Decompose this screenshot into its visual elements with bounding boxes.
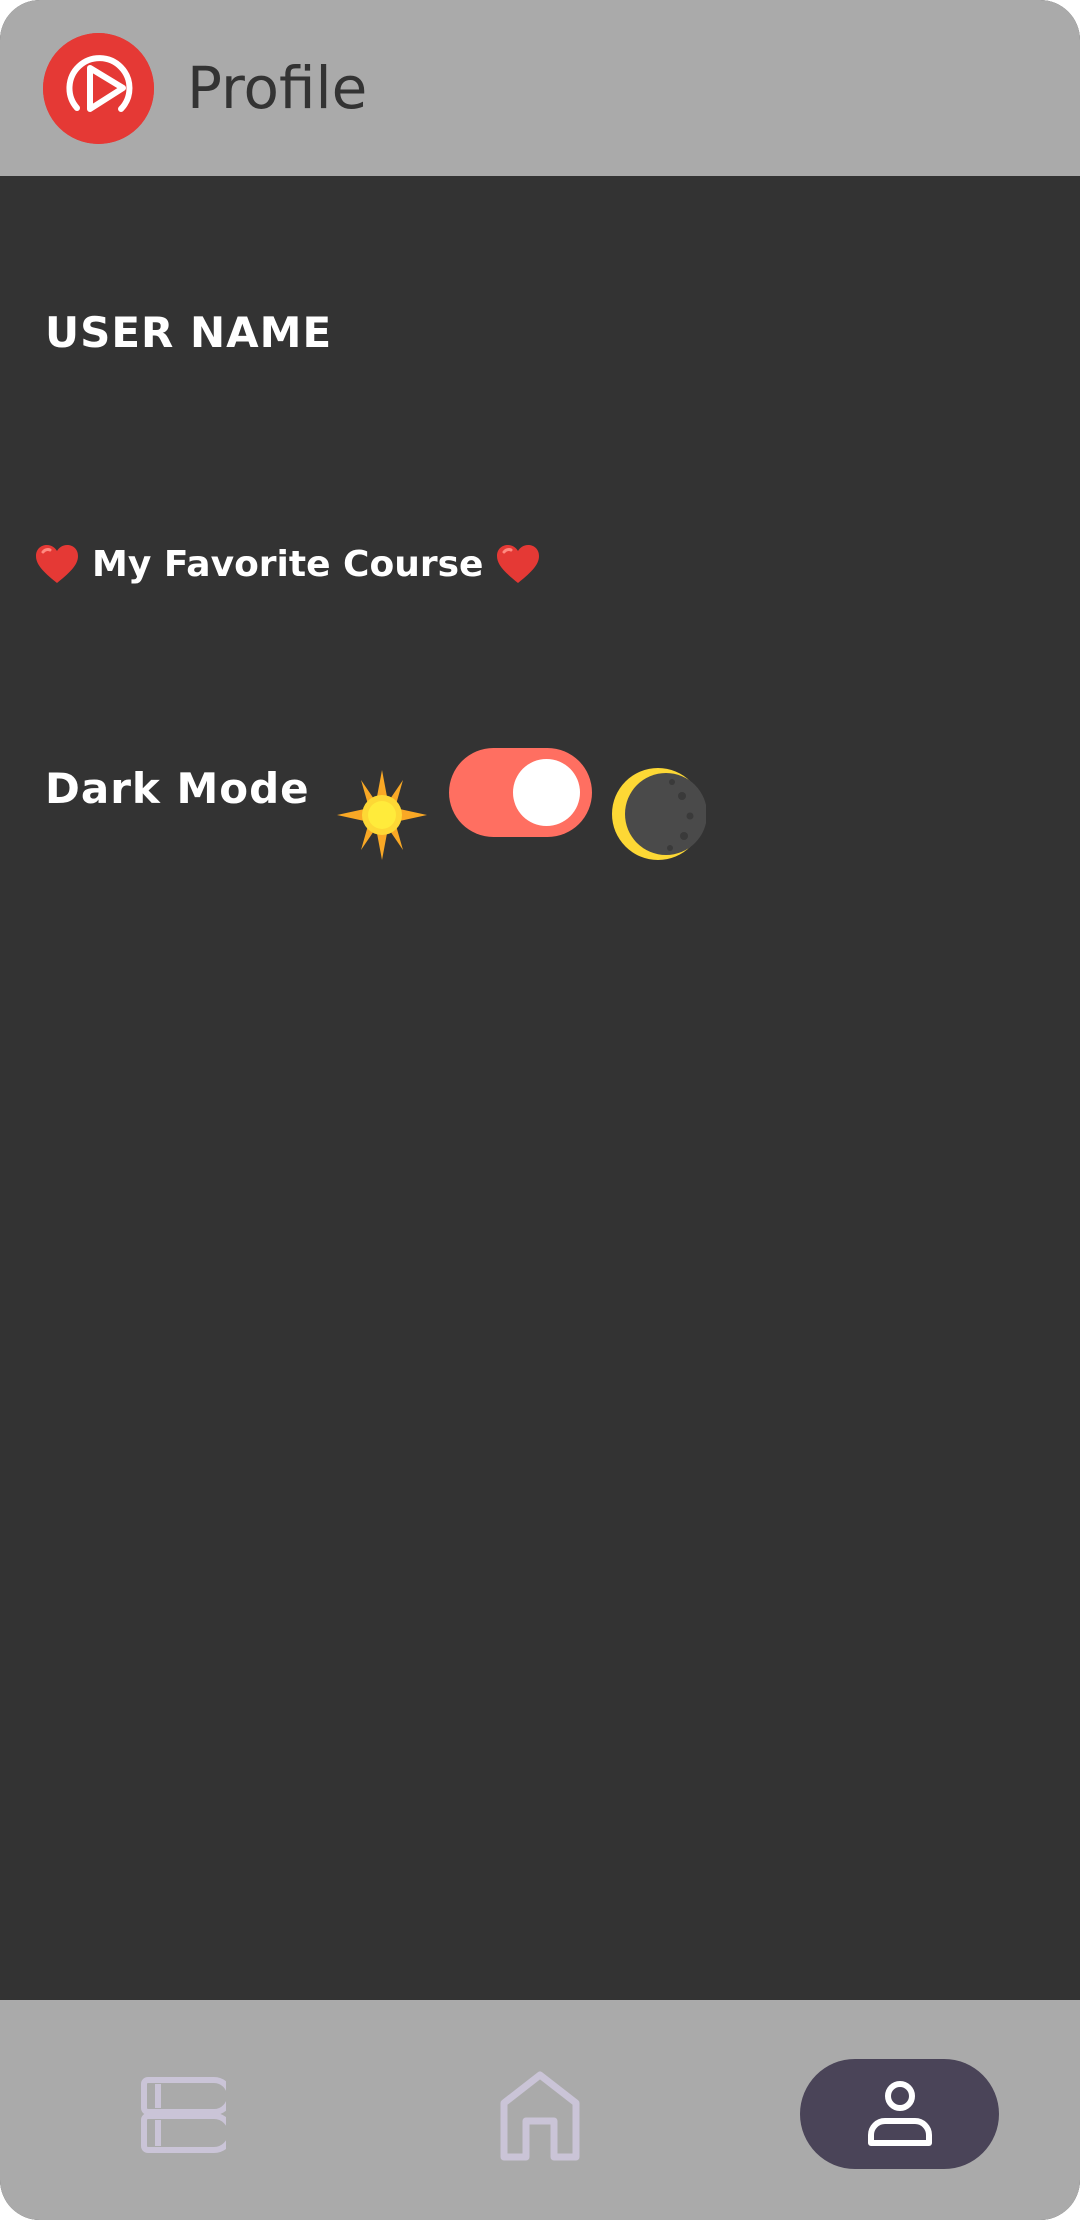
dark-mode-toggle[interactable] bbox=[449, 748, 592, 837]
nav-courses[interactable] bbox=[80, 2060, 280, 2170]
play-logo-icon bbox=[43, 33, 154, 144]
profile-screen: Profile USER NAME My Favorite Course Dar… bbox=[0, 0, 1080, 2220]
bottom-navigation bbox=[0, 2000, 1080, 2220]
moon-icon bbox=[612, 768, 706, 860]
username-label: USER NAME bbox=[45, 308, 333, 357]
nav-profile[interactable] bbox=[800, 2059, 999, 2169]
toggle-knob bbox=[513, 759, 580, 826]
sun-icon bbox=[337, 770, 427, 860]
dark-mode-label: Dark Mode bbox=[45, 764, 310, 813]
books-icon bbox=[141, 2077, 226, 2153]
app-bar: Profile bbox=[0, 0, 1080, 176]
nav-home[interactable] bbox=[440, 2060, 640, 2170]
page-title: Profile bbox=[187, 54, 368, 122]
favorite-course-link[interactable]: My Favorite Course bbox=[34, 536, 541, 592]
home-icon bbox=[500, 2071, 580, 2161]
heart-icon bbox=[36, 545, 78, 583]
favorite-course-label: My Favorite Course bbox=[92, 543, 484, 585]
heart-icon bbox=[497, 545, 540, 583]
person-icon bbox=[867, 2081, 932, 2146]
